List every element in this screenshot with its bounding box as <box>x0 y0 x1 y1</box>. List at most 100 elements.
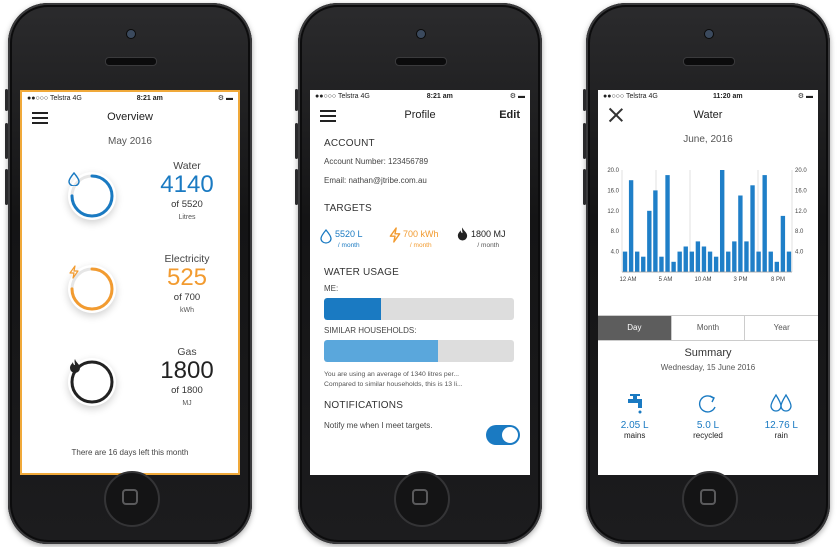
gas-progress-ring <box>68 358 116 406</box>
y-tick-label: 20.0 <box>607 168 619 174</box>
notifications-heading: NOTIFICATIONS <box>324 400 404 411</box>
front-camera <box>126 29 136 39</box>
status-bar: ●●○○○ Telstra 4G 11:20 am ⚙ ▬ <box>598 90 818 102</box>
page-title: Profile <box>404 109 436 121</box>
x-tick-label: 3 PM <box>733 277 747 283</box>
utility-target: of 5520 <box>171 199 203 210</box>
chart-bar <box>665 175 670 272</box>
stat-value: 5.0 L <box>696 420 720 431</box>
water-screen: ●●○○○ Telstra 4G 11:20 am ⚙ ▬ Water June… <box>598 90 818 475</box>
earpiece-speaker <box>683 57 735 66</box>
chart-bar <box>659 256 664 272</box>
water-drop-icon <box>320 228 332 244</box>
chart-bar <box>738 195 743 272</box>
x-tick-label: 8 PM <box>771 277 785 283</box>
chart-bar <box>628 180 634 272</box>
targets-row: 5520 L / month 700 kWh / month 1800 MJ / mo… <box>320 224 530 249</box>
x-tick-label: 12 AM <box>619 277 636 283</box>
status-bar: ●●○○○ Telstra 4G 8:21 am ⚙ ▬ <box>22 92 238 104</box>
utility-electricity[interactable]: Electricity 525 of 700 kWh <box>22 247 238 337</box>
chart-bar <box>634 251 640 272</box>
similar-usage-bar <box>324 340 514 362</box>
tab-day[interactable]: Day <box>598 316 671 340</box>
summary-date: Wednesday, 15 June 2016 <box>660 363 756 372</box>
overview-screen: ●●○○○ Telstra 4G 8:21 am ⚙ ▬ Overview Ma… <box>20 90 240 475</box>
target-water[interactable]: 5520 L / month <box>320 224 388 249</box>
usage-note-line: Compared to similar households, this is … <box>324 381 463 388</box>
y-tick-label: 16.0 <box>607 188 619 194</box>
home-button[interactable] <box>394 471 450 527</box>
chart-bar <box>732 241 737 272</box>
targets-heading: TARGETS <box>324 203 372 214</box>
utility-unit: MJ <box>182 400 192 407</box>
notify-toggle[interactable] <box>486 425 520 445</box>
earpiece-speaker <box>105 57 157 66</box>
home-button[interactable] <box>682 471 738 527</box>
water-usage-chart: 20.0 20.0 16.0 16.0 12.0 12.0 8.0 8.0 4.0 4.0 12 A… <box>607 168 807 283</box>
y-tick-label: 4.0 <box>611 250 620 256</box>
target-gas[interactable]: 1800 MJ / month <box>456 224 524 249</box>
phone-overview: ●●○○○ Telstra 4G 8:21 am ⚙ ▬ Overview Ma… <box>5 3 252 544</box>
edit-button[interactable]: Edit <box>499 109 520 121</box>
recycle-arrow-icon <box>698 395 716 413</box>
target-period: / month <box>477 242 500 249</box>
water-usage-heading: WATER USAGE <box>324 267 399 278</box>
stat-rain: 12.76 L rain <box>745 393 818 440</box>
phone-profile: ●●○○○ Telstra 4G 8:21 am ⚙ ▬ Profile Edi… <box>295 3 542 544</box>
chart-bar <box>641 256 646 272</box>
chart-bar <box>750 185 755 272</box>
rain-drops-icon <box>770 393 792 412</box>
tab-year[interactable]: Year <box>744 316 818 340</box>
flame-icon <box>457 227 468 241</box>
carrier-label: ●●○○○ Telstra 4G <box>603 92 658 100</box>
battery-icon: ⚙ ▬ <box>509 93 525 100</box>
usage-note: You are using an average of 1340 litres … <box>324 370 530 390</box>
x-tick-label: 10 AM <box>694 277 711 283</box>
account-heading: ACCOUNT <box>324 138 375 149</box>
stat-value: 2.05 L <box>620 420 649 431</box>
target-electricity[interactable]: 700 kWh / month <box>388 224 456 249</box>
stat-mains: 2.05 L mains <box>598 393 671 440</box>
utility-target: of 700 <box>173 292 201 303</box>
y-tick-label: 8.0 <box>795 229 804 235</box>
usage-note-line: You are using an average of 1340 litres … <box>324 371 460 378</box>
me-usage-fill <box>324 298 381 320</box>
stat-recycled: 5.0 L recycled <box>671 393 744 440</box>
lightning-icon <box>389 227 401 243</box>
earpiece-speaker <box>395 57 447 66</box>
chart-bar <box>780 215 786 272</box>
profile-screen: ●●○○○ Telstra 4G 8:21 am ⚙ ▬ Profile Edi… <box>310 90 530 475</box>
month-label: May 2016 <box>108 136 152 147</box>
electricity-progress-ring <box>68 265 116 313</box>
stat-value: 12.76 L <box>764 420 798 431</box>
utility-target: of 1800 <box>171 385 203 396</box>
page-title: Water <box>693 109 723 121</box>
stat-label: rain <box>774 431 788 440</box>
chart-bar <box>689 251 695 272</box>
water-progress-ring <box>68 172 116 220</box>
x-tick-label: 5 AM <box>659 277 673 283</box>
chart-bar <box>756 251 761 272</box>
target-period: / month <box>409 242 432 249</box>
tap-icon <box>627 394 642 414</box>
carrier-label: ●●○○○ Telstra 4G <box>315 92 370 100</box>
utility-value: 1800 <box>160 357 214 384</box>
chart-bar <box>786 251 792 272</box>
chart-bar <box>744 241 749 272</box>
utility-water[interactable]: Water 4140 of 5520 Litres <box>22 154 238 244</box>
page-title: Overview <box>107 111 153 123</box>
utility-gas[interactable]: Gas 1800 of 1800 MJ <box>22 340 238 430</box>
chart-bar <box>622 251 628 272</box>
water-source-stats: 2.05 L mains 5.0 L recycled 12.76 L rain <box>598 393 818 440</box>
clock: 8:21 am <box>426 92 453 100</box>
tab-month[interactable]: Month <box>670 316 745 340</box>
chart-bar <box>653 190 658 272</box>
summary-title: Summary <box>684 347 732 359</box>
front-camera <box>704 29 714 39</box>
y-tick-label: 4.0 <box>795 250 804 256</box>
target-period: / month <box>337 242 360 249</box>
target-value: 700 kWh <box>403 229 439 239</box>
home-button[interactable] <box>104 471 160 527</box>
chart-bar <box>719 170 725 272</box>
account-email: Email: nathan@jtribe.com.au <box>324 176 427 185</box>
